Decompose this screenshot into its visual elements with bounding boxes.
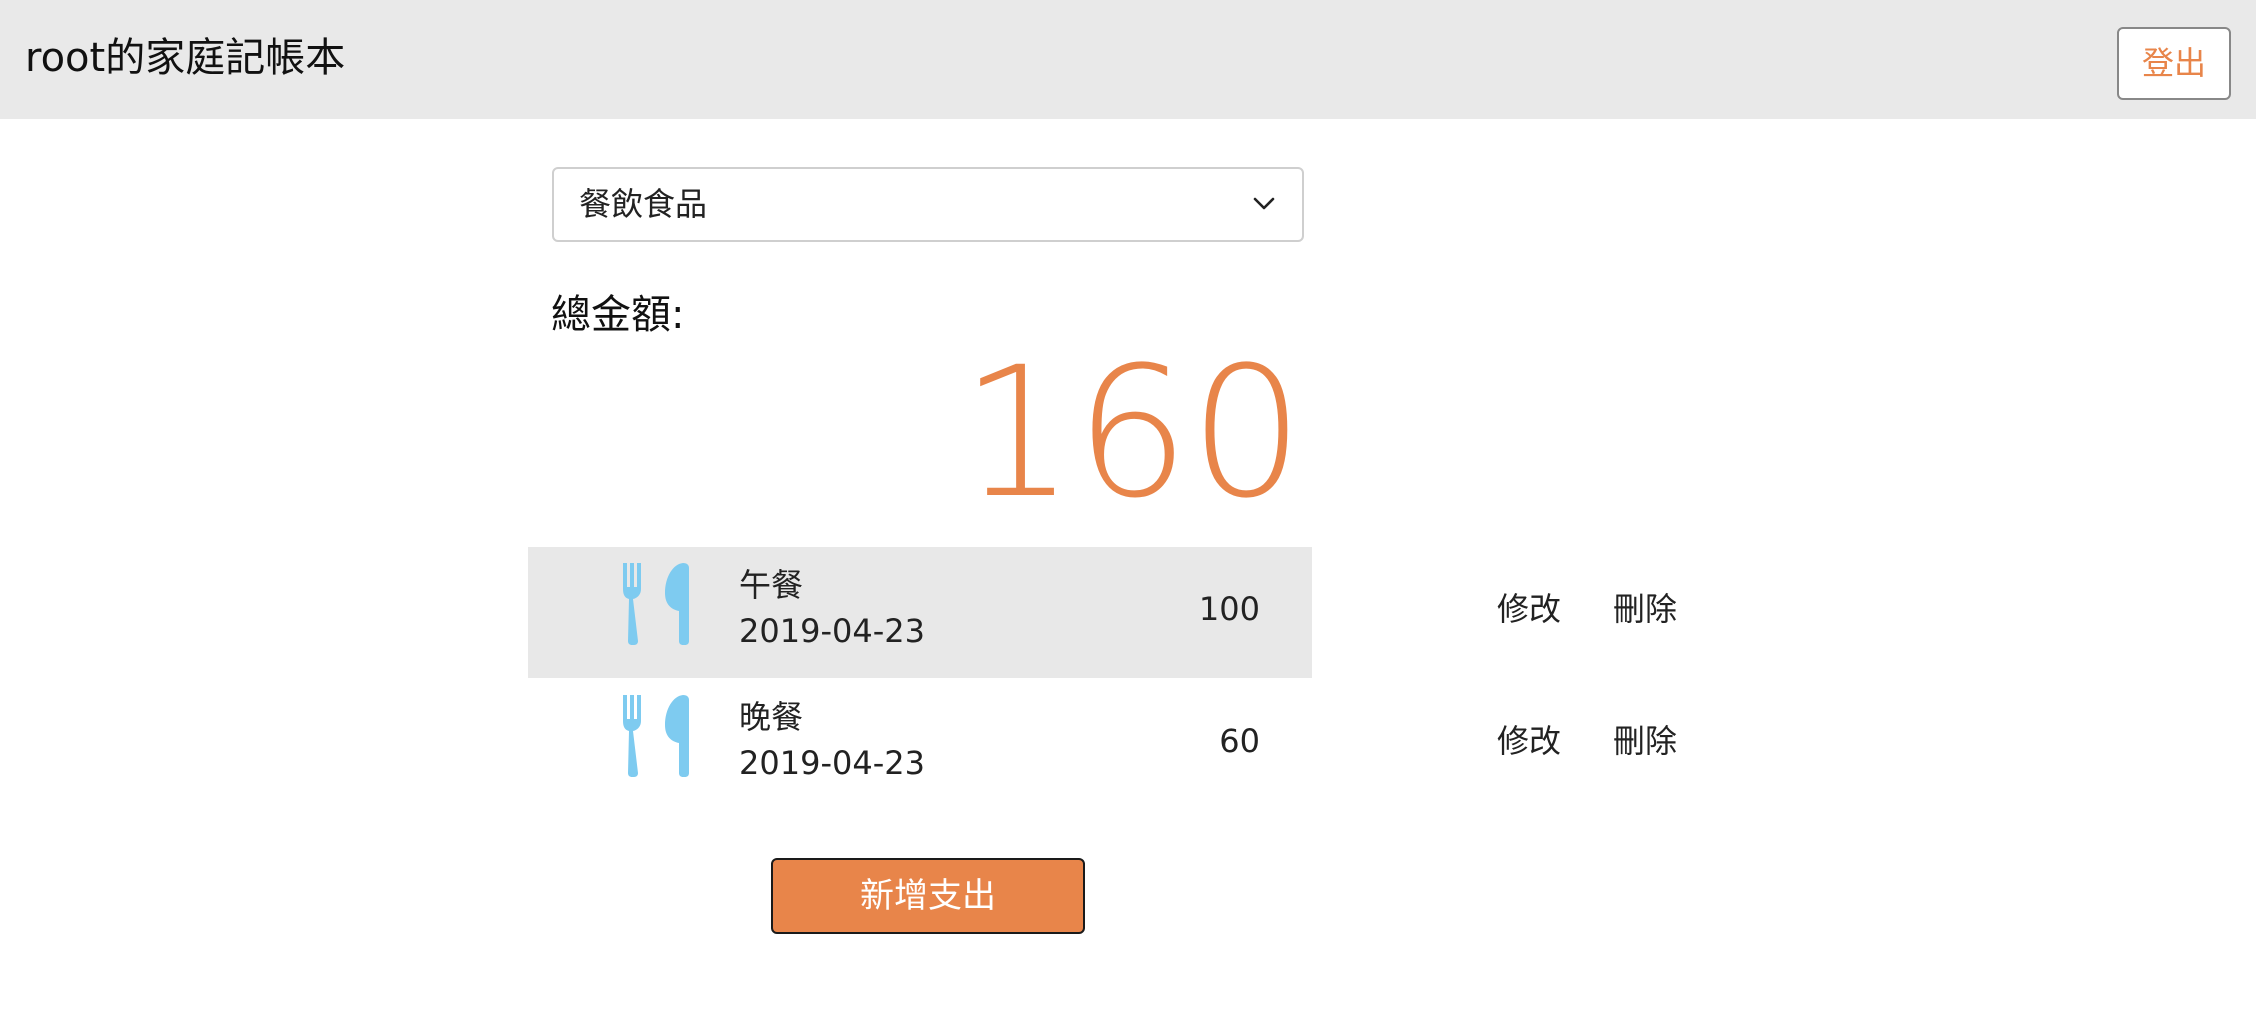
- app-header: root的家庭記帳本 登出: [0, 0, 2256, 119]
- expense-name: 晚餐: [739, 698, 804, 736]
- total-label: 總金額:: [551, 292, 685, 338]
- logout-button[interactable]: 登出: [2117, 27, 2231, 100]
- total-value: 160: [960, 329, 1304, 538]
- expense-date: 2019-04-23: [739, 744, 925, 782]
- category-select-value: 餐飲食品: [579, 185, 708, 223]
- delete-button[interactable]: 刪除: [1613, 587, 1677, 631]
- expense-row: 晚餐 2019-04-23 60 修改 刪除: [528, 679, 1728, 810]
- expense-amount: 60: [1219, 722, 1260, 760]
- fork-knife-icon: [621, 693, 691, 777]
- category-select[interactable]: 餐飲食品: [552, 167, 1304, 242]
- expense-date: 2019-04-23: [739, 612, 925, 650]
- expense-row: 午餐 2019-04-23 100 修改 刪除: [528, 547, 1728, 678]
- expense-amount: 100: [1198, 590, 1260, 628]
- delete-button[interactable]: 刪除: [1613, 719, 1677, 763]
- edit-button[interactable]: 修改: [1497, 719, 1561, 763]
- expense-name: 午餐: [739, 566, 804, 604]
- add-expense-button[interactable]: 新增支出: [771, 858, 1085, 934]
- edit-button[interactable]: 修改: [1497, 587, 1561, 631]
- chevron-down-icon: [1252, 191, 1276, 215]
- fork-knife-icon: [621, 561, 691, 645]
- app-title: root的家庭記帳本: [25, 35, 346, 81]
